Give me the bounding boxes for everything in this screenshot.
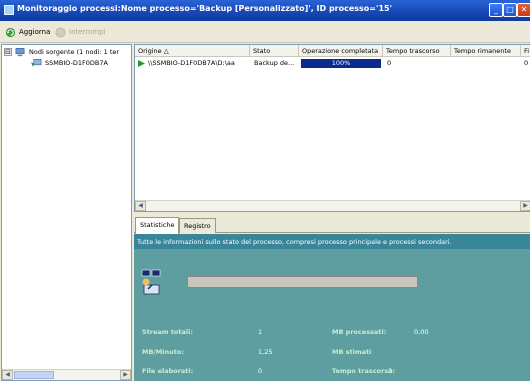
mb-per-minute-value: 1,25 — [258, 348, 273, 356]
minimize-button[interactable]: _ — [489, 3, 503, 17]
mb-processed-value: 0,00 — [414, 328, 429, 336]
operation-progress-label: 100% — [331, 59, 351, 67]
cell-origine: \\SSMBIO-D1F0DB7A\D:\aa — [148, 59, 235, 67]
statistics-banner: Tutte le informazioni sullo stato del pr… — [134, 234, 530, 249]
tree-root[interactable]: ⊟ Nodi sorgente (1 nodi: 1 ter — [4, 47, 119, 57]
source-nodes-tree[interactable]: ⊟ Nodi sorgente (1 nodi: 1 ter SSMBIO-D1… — [1, 44, 132, 381]
column-header-origine[interactable]: Origine △ — [135, 45, 250, 57]
refresh-label: Aggiorna — [19, 28, 51, 36]
cell-stato: Backup de... — [254, 59, 295, 67]
statistics-pane: Tutte le informazioni sullo stato del pr… — [134, 234, 530, 381]
refresh-icon — [5, 27, 16, 37]
title-bar[interactable]: Monitoraggio processi:Nome processo='Bac… — [0, 0, 530, 21]
scroll-right-button[interactable]: ▶ — [120, 370, 131, 380]
computer-icon — [15, 48, 25, 57]
column-header-extra[interactable]: Fi — [521, 45, 530, 57]
tree-node-label: SSMBIO-D1F0DB7A — [45, 59, 108, 67]
details-panel: Statistiche Registro Tutte le informazio… — [134, 214, 530, 381]
grid-scroll-left-button[interactable]: ◀ — [135, 201, 146, 211]
grid-horizontal-scrollbar[interactable]: ◀ ▶ — [135, 200, 530, 211]
files-processed-label: File elaborati: — [142, 367, 194, 375]
job-grid[interactable]: Origine △ Stato Operazione completata Te… — [134, 44, 530, 212]
column-header-tempo-rimanente[interactable]: Tempo rimanente — [451, 45, 521, 57]
scroll-thumb[interactable] — [14, 371, 54, 379]
close-button[interactable]: ✕ — [517, 3, 530, 17]
stream-total-label: Stream totali: — [142, 328, 193, 336]
cell-tempo-rimanente — [453, 59, 521, 69]
app-icon — [4, 5, 14, 15]
elapsed-time-label: Tempo trascorso: — [332, 367, 396, 375]
tree-root-label: Nodi sorgente (1 nodi: 1 ter — [29, 48, 120, 56]
files-processed-value: 0 — [258, 367, 263, 375]
overall-progress-bar — [187, 276, 418, 288]
mb-processed-label: MB processati: — [332, 328, 387, 336]
server-node-icon — [31, 59, 42, 67]
job-status-icon — [141, 269, 161, 295]
stop-button[interactable]: Interrompi — [55, 25, 106, 39]
stop-icon — [55, 27, 66, 37]
toolbar: Aggiorna Interrompi — [0, 21, 530, 43]
grid-scroll-right-button[interactable]: ▶ — [520, 201, 530, 211]
tab-statistics[interactable]: Statistiche — [135, 217, 180, 234]
cell-extra: 0 — [524, 59, 529, 67]
stream-total-value: 1 — [258, 328, 263, 336]
mb-estimated-label: MB stimati — [332, 348, 372, 356]
column-header-stato[interactable]: Stato — [250, 45, 299, 57]
horizontal-scrollbar[interactable]: ◀ ▶ — [2, 369, 131, 380]
elapsed-time-value: 3 — [388, 367, 393, 375]
scroll-left-button[interactable]: ◀ — [2, 370, 13, 380]
operation-progress-bar: 100% — [301, 59, 381, 68]
column-header-operazione[interactable]: Operazione completata — [299, 45, 383, 57]
play-icon — [138, 60, 145, 67]
tree-node[interactable]: SSMBIO-D1F0DB7A — [28, 58, 108, 68]
tab-log[interactable]: Registro — [179, 218, 216, 233]
tab-strip: Statistiche Registro — [134, 214, 530, 234]
refresh-button[interactable]: Aggiorna — [5, 25, 50, 39]
collapse-icon[interactable]: ⊟ — [4, 48, 12, 56]
job-monitor-window: Monitoraggio processi:Nome processo='Bac… — [0, 0, 530, 381]
table-row[interactable]: \\SSMBIO-D1F0DB7A\D:\aa Backup de... 100… — [135, 58, 530, 69]
mb-per-minute-label: MB/Minuto: — [142, 348, 184, 356]
grid-header: Origine △ Stato Operazione completata Te… — [135, 45, 530, 57]
window-title: Monitoraggio processi:Nome processo='Bac… — [17, 4, 393, 13]
maximize-button[interactable]: □ — [503, 3, 517, 17]
column-header-tempo-trascorso[interactable]: Tempo trascorso — [383, 45, 451, 57]
stop-label: Interrompi — [69, 28, 106, 36]
cell-tempo-trascorso: 0 — [387, 59, 392, 67]
